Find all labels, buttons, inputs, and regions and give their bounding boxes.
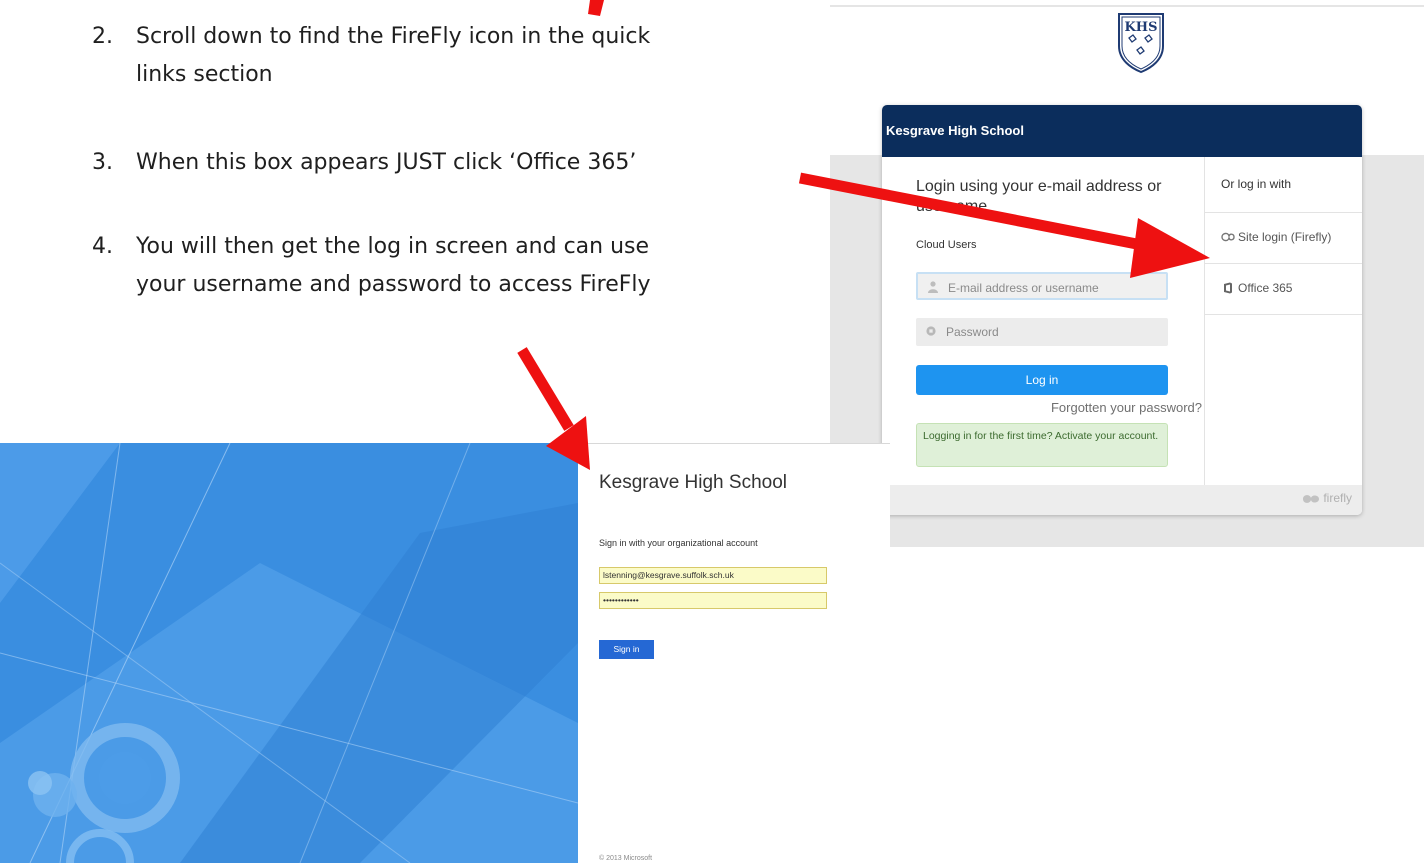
- signin-panel: Kesgrave High School Sign in with your o…: [578, 443, 890, 864]
- office-365-label: Office 365: [1238, 281, 1293, 295]
- step-text: You will then get the log in screen and …: [136, 228, 826, 304]
- section-label: Cloud Users: [916, 239, 977, 251]
- step-number: 3.: [92, 150, 113, 175]
- school-crest-icon: KHS: [1118, 13, 1164, 74]
- step-text-line: You will then get the log in screen and …: [136, 234, 650, 259]
- sign-in-button[interactable]: Sign in: [599, 640, 654, 659]
- alt-login-heading: Or log in with: [1205, 157, 1362, 213]
- login-button[interactable]: Log in: [916, 365, 1168, 395]
- office365-signin-screenshot: Kesgrave High School Sign in with your o…: [0, 443, 890, 864]
- arrow-top-fragment: [588, 0, 604, 16]
- password-field[interactable]: ••••••••••••: [599, 592, 827, 609]
- lock-icon: [926, 326, 936, 336]
- login-form: Login using your e-mail address or usern…: [882, 157, 1204, 485]
- firefly-icon: [1221, 232, 1235, 242]
- alt-login-panel: Or log in with Site login (Firefly) Offi…: [1204, 157, 1362, 485]
- step-text-line: Scroll down to find the FireFly icon in …: [136, 24, 651, 49]
- step-text-line: When this box appears JUST click ‘Office…: [136, 150, 637, 175]
- step-number: 2.: [92, 24, 113, 49]
- office-icon: [1224, 282, 1232, 294]
- abstract-art-graphic: [0, 443, 578, 863]
- firefly-logo-icon: [1303, 494, 1320, 503]
- alt-login-heading-text: Or log in with: [1221, 177, 1292, 191]
- login-card: Kesgrave High School Login using your e-…: [882, 105, 1362, 515]
- signin-prompt: Sign in with your organizational account: [599, 538, 758, 548]
- site-login-option[interactable]: Site login (Firefly): [1205, 212, 1362, 264]
- divider: [830, 5, 1424, 7]
- step-text: Scroll down to find the FireFly icon in …: [136, 18, 826, 94]
- brand-label: firefly: [1323, 491, 1352, 505]
- svg-text:KHS: KHS: [1125, 20, 1158, 35]
- copyright-text: © 2013 Microsoft: [599, 855, 653, 862]
- card-header: Kesgrave High School: [882, 105, 1362, 157]
- firefly-brand: firefly: [1302, 491, 1352, 505]
- school-name: Kesgrave High School: [886, 123, 1024, 138]
- organization-title: Kesgrave High School: [599, 472, 787, 493]
- background-artwork: [0, 443, 578, 863]
- password-placeholder: Password: [946, 325, 999, 339]
- username-field[interactable]: lstenning@kesgrave.suffolk.sch.uk: [599, 567, 827, 584]
- step-text: When this box appears JUST click ‘Office…: [136, 144, 826, 182]
- card-footer: firefly: [882, 485, 1362, 515]
- form-title: Login using your e-mail address or usern…: [916, 178, 1162, 215]
- forgot-password-link[interactable]: Forgotten your password?: [916, 400, 1202, 415]
- step-text-line: your username and password to access Fir…: [136, 272, 651, 297]
- office-365-option[interactable]: Office 365: [1205, 263, 1362, 315]
- user-icon: [928, 281, 938, 293]
- activate-account-notice[interactable]: Logging in for the first time? Activate …: [916, 423, 1168, 467]
- step-text-line: links section: [136, 62, 273, 87]
- step-number: 4.: [92, 234, 113, 259]
- password-field[interactable]: Password: [916, 318, 1168, 346]
- email-field[interactable]: E-mail address or username: [916, 272, 1168, 300]
- site-login-label: Site login (Firefly): [1238, 230, 1332, 244]
- firefly-login-screenshot: KHS Kesgrave High School Login using you…: [830, 0, 1424, 550]
- email-placeholder: E-mail address or username: [948, 281, 1099, 295]
